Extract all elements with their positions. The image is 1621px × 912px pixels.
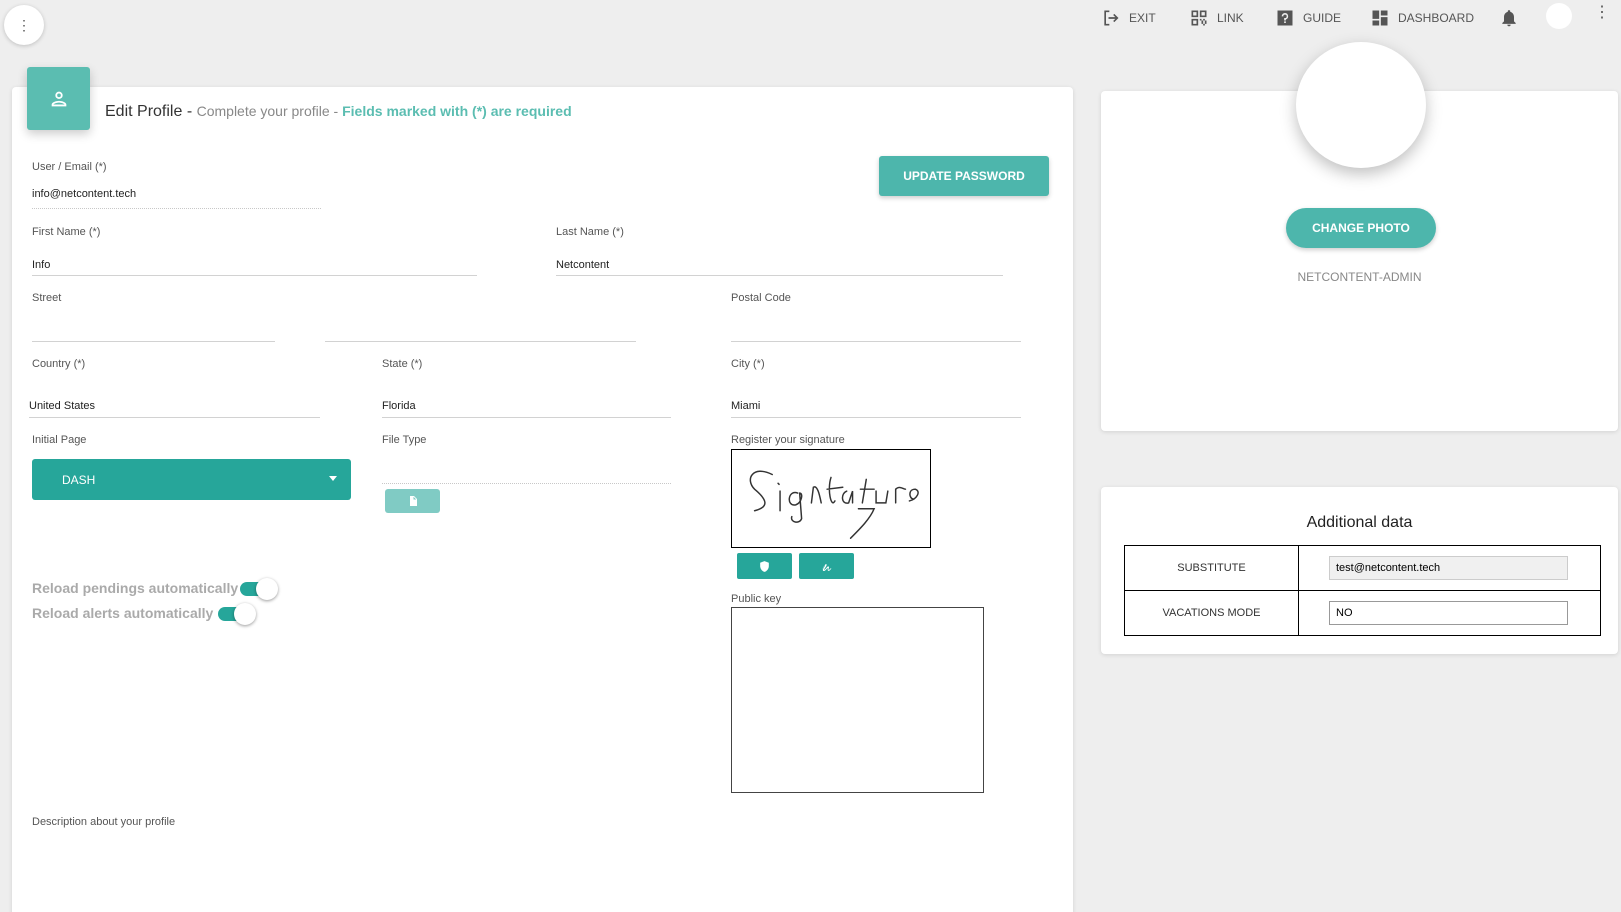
overflow-menu-button[interactable]: ⋮ <box>1594 2 1610 22</box>
exit-icon <box>1104 10 1119 26</box>
city-label: City (*) <box>731 358 765 370</box>
signature-icon <box>822 563 832 571</box>
state-label: State (*) <box>382 358 423 370</box>
title-separator: - <box>182 103 197 120</box>
reload-pendings-toggle[interactable] <box>240 578 278 600</box>
postal-code-label: Postal Code <box>731 292 791 304</box>
file-icon <box>409 496 417 506</box>
street-label: Street <box>32 292 62 304</box>
link-nav-link[interactable]: LINK <box>1189 8 1244 28</box>
profile-avatar <box>1296 42 1426 168</box>
profile-card-icon <box>27 67 90 130</box>
table-row: VACATIONS MODE <box>1124 590 1601 636</box>
country-field[interactable]: United States <box>29 400 95 412</box>
guide-label: GUIDE <box>1303 11 1342 25</box>
country-underline <box>29 417 320 418</box>
exit-label: EXIT <box>1129 11 1156 25</box>
street-field-2[interactable] <box>325 341 636 342</box>
dashboard-nav-link[interactable]: DASHBOARD <box>1370 8 1474 28</box>
first-name-field[interactable]: Info <box>32 259 50 271</box>
toggle-knob <box>234 603 256 625</box>
signature-label: Register your signature <box>731 434 845 446</box>
city-underline <box>731 417 1021 418</box>
signature-clear-button[interactable] <box>737 553 792 579</box>
update-password-button[interactable]: UPDATE PASSWORD <box>879 156 1049 196</box>
help-icon <box>1277 10 1293 26</box>
more-menu-button[interactable]: ⋮ <box>4 5 44 45</box>
more-vert-icon: ⋮ <box>1594 4 1610 21</box>
substitute-cell <box>1298 545 1601 591</box>
more-vert-icon: ⋮ <box>17 16 31 33</box>
toggle-knob <box>256 578 278 600</box>
first-name-underline <box>32 275 477 276</box>
username-label: NETCONTENT-ADMIN <box>1297 270 1422 284</box>
reload-alerts-toggle[interactable] <box>218 603 256 625</box>
page-title: Edit Profile - Complete your profile - F… <box>105 103 572 121</box>
substitute-label: SUBSTITUTE <box>1124 545 1299 591</box>
file-type-field[interactable] <box>382 483 671 484</box>
initial-page-label: Initial Page <box>32 434 87 446</box>
signature-save-button[interactable] <box>799 553 854 579</box>
first-name-label: First Name (*) <box>32 226 101 238</box>
subtitle-text: Complete your profile <box>196 103 330 119</box>
signature-drawing <box>749 470 919 539</box>
shield-icon <box>760 560 769 572</box>
qr-code-icon <box>1191 10 1207 26</box>
title-text: Edit Profile <box>105 103 183 120</box>
caret-down-icon <box>329 476 337 481</box>
description-label: Description about your profile <box>32 816 176 828</box>
reload-pendings-label: Reload pendings automatically <box>32 580 239 596</box>
postal-code-field[interactable] <box>731 341 1021 342</box>
email-underline <box>32 208 321 209</box>
description-field[interactable] <box>32 835 1032 895</box>
country-label: Country (*) <box>32 358 86 370</box>
change-photo-button[interactable]: CHANGE PHOTO <box>1286 208 1436 248</box>
initial-page-select[interactable]: DASH <box>32 459 351 500</box>
required-note: Fields marked with (*) are required <box>342 103 572 119</box>
dashboard-icon <box>1372 10 1388 26</box>
person-icon <box>51 91 66 106</box>
last-name-underline <box>556 275 1003 276</box>
last-name-label: Last Name (*) <box>556 226 624 238</box>
additional-data-title: Additional data <box>1306 514 1413 531</box>
reload-alerts-label: Reload alerts automatically <box>32 605 214 621</box>
email-label: User / Email (*) <box>32 161 107 173</box>
notifications-button[interactable] <box>1499 8 1519 28</box>
dashboard-label: DASHBOARD <box>1398 11 1475 25</box>
table-row: SUBSTITUTE <box>1124 545 1601 591</box>
initial-page-value: DASH <box>62 472 96 487</box>
file-upload-button[interactable] <box>385 489 440 513</box>
substitute-input[interactable] <box>1329 556 1568 580</box>
file-type-label: File Type <box>382 434 427 446</box>
additional-data-table: SUBSTITUTE VACATIONS MODE <box>1124 545 1601 636</box>
signature-pad[interactable] <box>731 449 931 548</box>
vacations-mode-label: VACATIONS MODE <box>1124 590 1299 636</box>
subtitle-separator: - <box>329 103 343 119</box>
city-field[interactable]: Miami <box>731 400 760 412</box>
vacations-mode-cell <box>1298 590 1601 636</box>
public-key-textarea[interactable] <box>731 607 984 793</box>
guide-nav-link[interactable]: GUIDE <box>1275 8 1341 28</box>
user-avatar-small[interactable] <box>1546 3 1572 29</box>
last-name-field[interactable]: Netcontent <box>556 259 609 271</box>
state-field[interactable]: Florida <box>382 400 416 412</box>
link-label: LINK <box>1217 11 1244 25</box>
street-field[interactable] <box>32 341 275 342</box>
exit-nav-link[interactable]: EXIT <box>1101 8 1156 28</box>
state-underline <box>382 417 671 418</box>
email-field[interactable]: info@netcontent.tech <box>32 188 136 200</box>
bell-icon <box>1502 10 1516 27</box>
public-key-label: Public key <box>731 593 782 605</box>
vacations-mode-input[interactable] <box>1329 601 1568 625</box>
